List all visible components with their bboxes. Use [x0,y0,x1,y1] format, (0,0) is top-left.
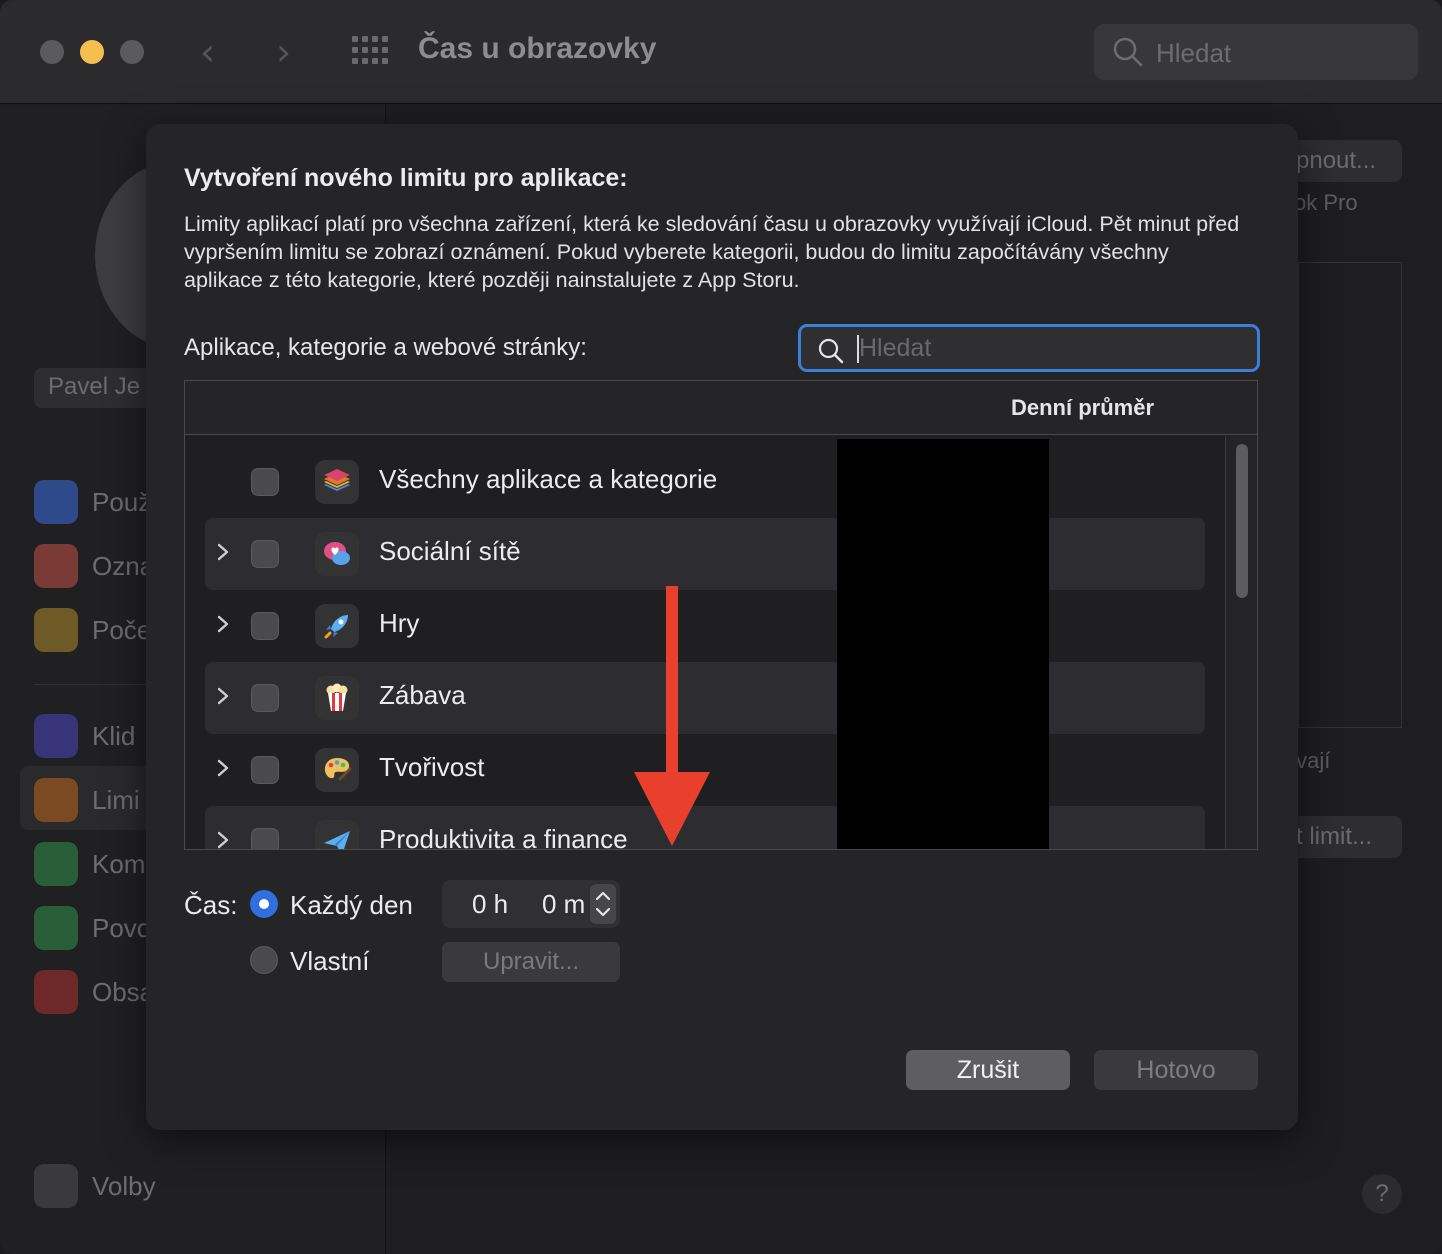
screen-time-window: ‹ › Čas u obrazovky Hledat Pavel Je Použ… [0,0,1442,1254]
sidebar-item-pickups[interactable]: Poče [34,608,151,652]
row-label: Zábava [379,680,466,710]
sidebar-item-app-limits[interactable]: Limi [34,778,140,822]
sheet-description: Limity aplikací platí pro všechna zaříze… [184,212,1240,292]
rocket-icon [315,604,359,648]
row-checkbox[interactable] [251,828,279,849]
sidebar-item-label: Poče [92,614,152,645]
sidebar-item-label: Povo [92,912,152,943]
window-search-placeholder: Hledat [1156,38,1232,68]
chevron-right-icon[interactable] [213,756,233,780]
chevron-right-icon[interactable] [213,540,233,564]
sidebar-item-notifications[interactable]: Ozna [34,544,154,588]
sidebar-item-always-allowed[interactable]: Povo [34,906,151,950]
palette-icon [315,748,359,792]
hourglass-icon [34,778,78,822]
row-label: Sociální sítě [379,536,521,566]
help-button[interactable]: ? [1362,1174,1402,1214]
background-button[interactable]: pnout... [1290,140,1402,182]
cancel-button[interactable]: Zrušit [906,1050,1070,1090]
stepper-up-down-icon [595,891,611,917]
sidebar-options-button[interactable]: Volby [34,1164,156,1208]
sidebar-item-label: Použ [92,486,152,517]
done-button[interactable]: Hotovo [1094,1050,1258,1090]
downtime-icon [34,714,78,758]
scrollbar-thumb[interactable] [1236,444,1248,598]
row-checkbox[interactable] [251,540,279,568]
sidebar-item-usage[interactable]: Použ [34,480,151,524]
app-search-field[interactable] [798,324,1260,372]
close-window-button[interactable] [40,40,64,64]
table-row[interactable]: Sociální sítě [205,518,1205,590]
every-day-label[interactable]: Každý den [290,890,413,921]
custom-label[interactable]: Vlastní [290,946,370,977]
chevron-right-icon[interactable] [213,828,233,850]
row-checkbox[interactable] [251,612,279,640]
row-checkbox[interactable] [251,684,279,712]
sidebar-item-label: Kom [92,848,146,879]
forward-arrow-icon[interactable]: › [276,30,291,74]
options-label: Volby [92,1170,156,1201]
app-search-input[interactable] [859,331,1239,365]
red-down-arrow-icon [634,586,710,846]
table-row[interactable]: Všechny aplikace a kategorie [205,446,1205,518]
sidebar-item-label: Klid [92,720,136,751]
search-icon [1113,37,1143,67]
every-day-radio[interactable] [250,890,278,918]
window-title: Čas u obrazovky [418,32,657,65]
time-stepper[interactable]: 0 h 0 m [442,880,620,928]
row-label: Všechny aplikace a kategorie [379,464,718,494]
redacted-area [837,439,1049,849]
background-limit-button[interactable]: t limit... [1290,816,1402,858]
titlebar: ‹ › Čas u obrazovky Hledat [0,0,1442,104]
ellipsis-icon [34,1164,78,1208]
sidebar-item-label: Ozna [92,550,155,581]
table-header: Denní průměr [185,381,1257,435]
list-label: Aplikace, kategorie a webové stránky: [184,334,587,361]
row-checkbox[interactable] [251,756,279,784]
column-header-daily-average[interactable]: Denní průměr [1011,395,1154,421]
sidebar-item-downtime[interactable]: Klid [34,714,135,758]
search-icon [818,338,844,364]
chevron-right-icon[interactable] [213,612,233,636]
paper-plane-icon [315,820,359,849]
contacts-icon [34,842,78,886]
checkmark-shield-icon [34,906,78,950]
stepper-arrows[interactable] [590,884,616,924]
row-label: Tvořivost [379,752,485,782]
sidebar-item-label: Limi [92,784,140,815]
bell-icon [34,544,78,588]
row-checkbox[interactable] [251,468,279,496]
sidebar-item-label: Obsa [92,976,155,1007]
sidebar-item-content-restrictions[interactable]: Obsa [34,970,154,1014]
row-label: Hry [379,608,420,638]
sheet-title: Vytvoření nového limitu pro aplikace: [184,164,628,192]
window-search-field[interactable]: Hledat [1094,24,1418,80]
zoom-window-button[interactable] [120,40,144,64]
chat-heart-icon [315,532,359,576]
new-app-limit-sheet: Vytvoření nového limitu pro aplikace: Li… [146,124,1298,1130]
phone-pickup-icon [34,608,78,652]
background-device-text: ok Pro [1294,190,1358,215]
chevron-right-icon[interactable] [213,684,233,708]
stacked-layers-icon [315,460,359,504]
row-label: Produktivita a finance [379,824,628,850]
sidebar-item-communication[interactable]: Kom [34,842,145,886]
background-list-box [1298,262,1402,728]
restriction-icon [34,970,78,1014]
show-all-grid-icon[interactable] [352,36,390,66]
apps-table: Denní průměr Všechny aplikace a kategori… [184,380,1258,850]
minutes-value[interactable]: 0 m [542,889,585,920]
edit-button[interactable]: Upravit... [442,942,620,982]
popcorn-icon [315,676,359,720]
back-arrow-icon[interactable]: ‹ [200,30,215,74]
time-label: Čas: [184,890,238,920]
custom-radio[interactable] [250,946,278,974]
minimize-window-button[interactable] [80,40,104,64]
bar-chart-icon [34,480,78,524]
vertical-scrollbar[interactable] [1225,436,1257,849]
hours-value[interactable]: 0 h [472,889,508,920]
